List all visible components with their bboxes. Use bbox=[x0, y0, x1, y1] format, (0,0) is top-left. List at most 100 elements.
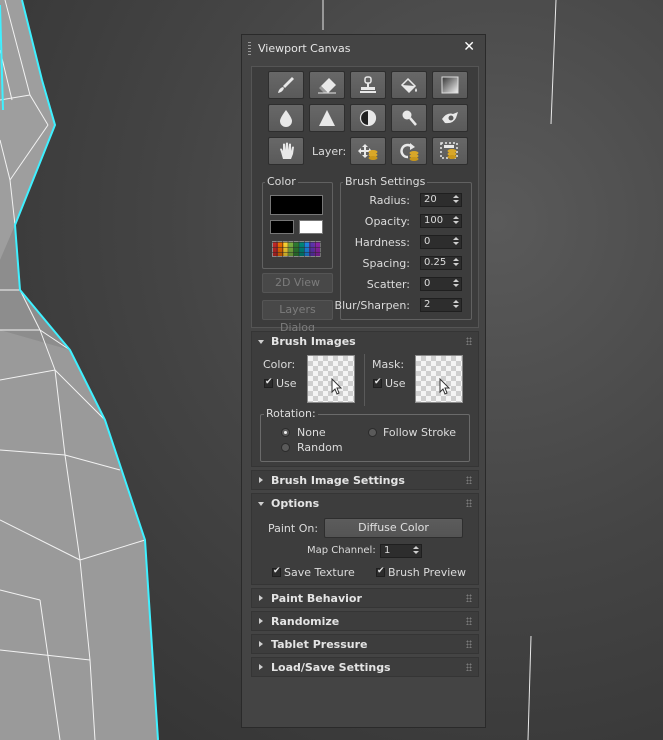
color-image-swatch[interactable] bbox=[307, 355, 355, 403]
rollout-grip-icon[interactable] bbox=[466, 663, 472, 671]
layer-scale-icon bbox=[440, 142, 458, 159]
brush-preview-checkbox[interactable] bbox=[376, 566, 385, 577]
rotation-follow-stroke-radio[interactable] bbox=[368, 428, 377, 437]
cursor-arrow-icon bbox=[331, 378, 343, 395]
mesh-shade-top bbox=[0, 0, 55, 260]
pan-tool-button[interactable] bbox=[268, 137, 304, 165]
brush-field-spinner[interactable]: 2 bbox=[420, 298, 462, 312]
rotation-random-label: Random bbox=[297, 441, 343, 454]
blur-tool-button[interactable] bbox=[268, 104, 304, 132]
rotation-title: Rotation: bbox=[264, 407, 318, 420]
primary-color-swatch[interactable] bbox=[270, 195, 323, 215]
layer-rotate-button[interactable] bbox=[391, 137, 427, 165]
layers-dialog-button[interactable]: Layers Dialog bbox=[262, 300, 333, 334]
mask-use-checkbox[interactable] bbox=[373, 377, 382, 388]
rotation-random-radio[interactable] bbox=[281, 443, 290, 452]
brush-field-spinner[interactable]: 0 bbox=[420, 235, 462, 249]
collapse-arrow-icon bbox=[258, 502, 264, 506]
rollout-grip-icon[interactable] bbox=[466, 594, 472, 602]
map-channel-label: Map Channel: bbox=[307, 545, 376, 556]
blur-drop-icon bbox=[280, 110, 292, 127]
paint-behavior-rollout: Paint Behavior bbox=[251, 588, 479, 608]
brush-images-header[interactable]: Brush Images bbox=[252, 332, 478, 352]
drag-grip-icon[interactable] bbox=[248, 42, 251, 55]
secondary-color-white[interactable] bbox=[299, 220, 323, 234]
panel-titlebar[interactable]: Viewport Canvas ✕ bbox=[242, 35, 485, 61]
rotation-none-radio[interactable] bbox=[281, 428, 290, 437]
options-header[interactable]: Options bbox=[252, 494, 478, 514]
spinner-arrows-icon[interactable] bbox=[453, 216, 459, 226]
tablet-pressure-title: Tablet Pressure bbox=[271, 638, 368, 651]
brush-image-settings-header[interactable]: Brush Image Settings bbox=[252, 471, 478, 491]
clone-tool-button[interactable] bbox=[350, 71, 386, 99]
expand-arrow-icon bbox=[259, 595, 263, 601]
tablet-pressure-rollout: Tablet Pressure bbox=[251, 634, 479, 654]
spinner-arrows-icon[interactable] bbox=[453, 258, 459, 268]
layer-move-button[interactable] bbox=[350, 137, 386, 165]
brush-field-spinner[interactable]: 20 bbox=[420, 193, 462, 207]
view-2d-button[interactable]: 2D View bbox=[262, 273, 333, 293]
erase-tool-button[interactable] bbox=[309, 71, 345, 99]
tablet-pressure-header[interactable]: Tablet Pressure bbox=[252, 635, 478, 655]
rollout-grip-icon[interactable] bbox=[466, 617, 472, 625]
brush-images-rollout: Brush Images Color: Use Mask: Use Rotati… bbox=[251, 331, 479, 467]
paint-tool-button[interactable] bbox=[268, 71, 304, 99]
contrast-tool-button[interactable] bbox=[350, 104, 386, 132]
color-group: Color bbox=[262, 175, 333, 269]
brush-field-label: Radius: bbox=[369, 194, 410, 207]
eraser-icon bbox=[318, 78, 336, 94]
save-texture-label: Save Texture bbox=[284, 566, 355, 579]
hand-pan-icon bbox=[280, 142, 294, 159]
mask-image-swatch[interactable] bbox=[415, 355, 463, 403]
spinner-arrows-icon[interactable] bbox=[453, 279, 459, 289]
expand-arrow-icon bbox=[259, 641, 263, 647]
randomize-header[interactable]: Randomize bbox=[252, 612, 478, 632]
fill-bucket-icon bbox=[400, 77, 417, 94]
paint-behavior-title: Paint Behavior bbox=[271, 592, 362, 605]
brush-field-value: 100 bbox=[424, 215, 444, 226]
viewport-canvas-panel: Viewport Canvas ✕ Layer: Color 2D View L… bbox=[241, 34, 486, 728]
color-image-label: Color: bbox=[263, 358, 296, 371]
contrast-icon bbox=[359, 109, 377, 127]
smudge-tool-button[interactable] bbox=[391, 104, 427, 132]
color-use-checkbox[interactable] bbox=[264, 377, 273, 388]
rollout-grip-icon[interactable] bbox=[466, 337, 472, 345]
spinner-arrows-icon[interactable] bbox=[453, 237, 459, 247]
save-texture-checkbox[interactable] bbox=[272, 566, 281, 577]
paint-on-label: Paint On: bbox=[268, 522, 319, 535]
load-save-settings-header[interactable]: Load/Save Settings bbox=[252, 658, 478, 678]
fill-tool-button[interactable] bbox=[391, 71, 427, 99]
options-rollout: Options Paint On: Diffuse Color Map Chan… bbox=[251, 493, 479, 585]
gradient-tool-button[interactable] bbox=[432, 71, 468, 99]
paint-behavior-header[interactable]: Paint Behavior bbox=[252, 589, 478, 609]
brush-field-spinner[interactable]: 0.25 bbox=[420, 256, 462, 270]
spinner-arrows-icon[interactable] bbox=[453, 300, 459, 310]
brush-field-spinner[interactable]: 100 bbox=[420, 214, 462, 228]
burn-tool-button[interactable] bbox=[432, 104, 468, 132]
rotation-follow-stroke-label: Follow Stroke bbox=[383, 426, 457, 439]
brush-field-spinner[interactable]: 0 bbox=[420, 277, 462, 291]
rollout-grip-icon[interactable] bbox=[466, 640, 472, 648]
brush-field-label: Blur/Sharpen: bbox=[334, 299, 410, 312]
smudge-icon bbox=[402, 110, 417, 126]
brush-field-value: 2 bbox=[424, 299, 431, 310]
spinner-arrows-icon[interactable] bbox=[453, 195, 459, 205]
collapse-arrow-icon bbox=[258, 340, 264, 344]
brush-preview-label: Brush Preview bbox=[388, 566, 467, 579]
brush-images-title: Brush Images bbox=[271, 335, 356, 348]
cursor-arrow-icon bbox=[439, 378, 451, 395]
layer-move-icon bbox=[358, 144, 378, 160]
mask-use-label: Use bbox=[385, 377, 406, 390]
spinner-arrows-icon[interactable] bbox=[413, 546, 419, 556]
layer-scale-button[interactable] bbox=[432, 137, 468, 165]
close-button[interactable]: ✕ bbox=[463, 39, 475, 55]
map-channel-spinner[interactable]: 1 bbox=[380, 544, 422, 558]
paint-on-button[interactable]: Diffuse Color bbox=[324, 518, 463, 538]
sharpen-tool-button[interactable] bbox=[309, 104, 345, 132]
load-save-settings-title: Load/Save Settings bbox=[271, 661, 391, 674]
secondary-color-black[interactable] bbox=[270, 220, 294, 234]
randomize-title: Randomize bbox=[271, 615, 340, 628]
layer-label: Layer: bbox=[312, 145, 347, 158]
rollout-grip-icon[interactable] bbox=[466, 499, 472, 507]
rollout-grip-icon[interactable] bbox=[466, 476, 472, 484]
